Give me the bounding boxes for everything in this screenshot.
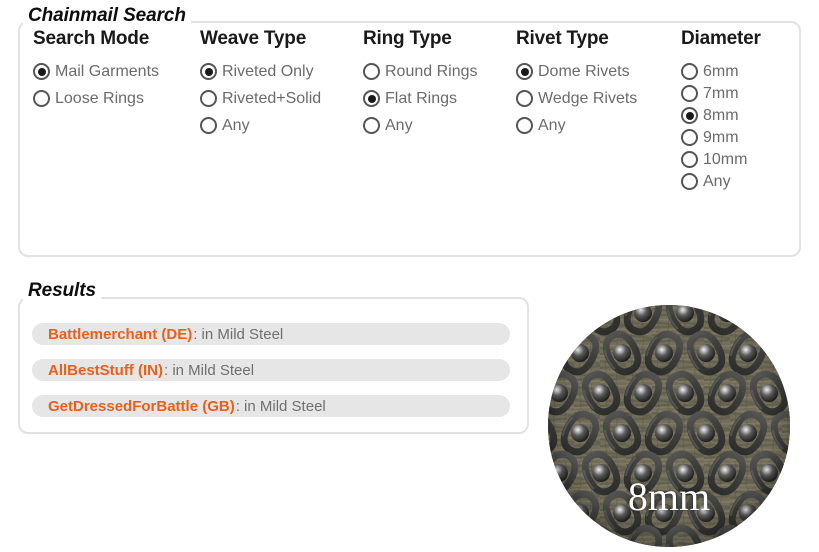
radio-option-weave-type-2[interactable]: Any — [200, 117, 321, 134]
radio-label: Any — [703, 173, 731, 190]
radio-label: Riveted+Solid — [222, 90, 322, 107]
radio-option-rivet-type-0[interactable]: Dome Rivets — [516, 63, 637, 80]
search-column-ring-type: Ring Type Round Rings Flat Rings Any — [363, 28, 478, 144]
column-header-weave-type: Weave Type — [200, 28, 307, 49]
radio-label: Any — [385, 117, 413, 134]
radio-label: Flat Rings — [385, 90, 458, 107]
radio-selected-icon[interactable] — [363, 90, 380, 107]
radio-unselected-icon[interactable] — [516, 90, 533, 107]
chainmail-search-legend: Chainmail Search — [23, 5, 191, 27]
column-header-ring-type: Ring Type — [363, 28, 452, 49]
radio-unselected-icon[interactable] — [33, 90, 50, 107]
radio-unselected-icon[interactable] — [200, 90, 217, 107]
column-header-search-mode: Search Mode — [33, 28, 150, 49]
radio-selected-icon[interactable] — [516, 63, 533, 80]
search-column-search-mode: Search Mode Mail Garments Loose Rings — [33, 28, 159, 117]
radio-label: Any — [538, 117, 566, 134]
radio-option-diameter-1[interactable]: 7mm — [681, 85, 761, 102]
radio-label: Any — [222, 117, 250, 134]
radio-option-diameter-5[interactable]: Any — [681, 173, 761, 190]
radio-unselected-icon[interactable] — [363, 117, 380, 134]
radio-option-search-mode-1[interactable]: Loose Rings — [33, 90, 159, 107]
radio-option-ring-type-0[interactable]: Round Rings — [363, 63, 478, 80]
radio-label: 6mm — [703, 63, 739, 80]
radio-option-weave-type-0[interactable]: Riveted Only — [200, 63, 321, 80]
radio-unselected-icon[interactable] — [681, 85, 698, 102]
result-detail-text: : in Mild Steel — [164, 361, 255, 379]
radio-label: Round Rings — [385, 63, 478, 80]
radio-selected-icon[interactable] — [33, 63, 50, 80]
result-row[interactable]: AllBestStuff (IN): in Mild Steel — [32, 359, 510, 381]
search-column-diameter: Diameter 6mm 7mm 8mm 9mm 10mm Any — [681, 28, 761, 195]
radio-unselected-icon[interactable] — [681, 63, 698, 80]
results-legend: Results — [23, 280, 101, 302]
radio-option-diameter-4[interactable]: 10mm — [681, 151, 761, 168]
result-vendor-link[interactable]: GetDressedForBattle (GB) — [48, 398, 235, 415]
results-panel: Battlemerchant (DE): in Mild Steel AllBes… — [18, 297, 529, 434]
radio-label: Wedge Rivets — [538, 90, 638, 107]
radio-unselected-icon[interactable] — [681, 151, 698, 168]
column-header-diameter: Diameter — [681, 28, 761, 49]
radio-option-ring-type-1[interactable]: Flat Rings — [363, 90, 478, 107]
radio-label: 10mm — [703, 151, 748, 168]
result-row[interactable]: Battlemerchant (DE): in Mild Steel — [32, 323, 510, 345]
column-header-rivet-type: Rivet Type — [516, 28, 609, 49]
radio-unselected-icon[interactable] — [681, 173, 698, 190]
radio-label: Mail Garments — [55, 63, 160, 80]
radio-option-diameter-2[interactable]: 8mm — [681, 107, 761, 124]
radio-selected-icon[interactable] — [200, 63, 217, 80]
result-detail-text: : in Mild Steel — [193, 325, 284, 343]
result-detail-text: : in Mild Steel — [235, 397, 326, 415]
radio-option-search-mode-0[interactable]: Mail Garments — [33, 63, 159, 80]
search-column-weave-type: Weave Type Riveted Only Riveted+Solid Any — [200, 28, 321, 144]
radio-label: 8mm — [703, 107, 739, 124]
result-vendor-link[interactable]: AllBestStuff (IN) — [48, 362, 163, 379]
radio-unselected-icon[interactable] — [200, 117, 217, 134]
result-vendor-link[interactable]: Battlemerchant (DE) — [48, 326, 192, 343]
radio-option-ring-type-2[interactable]: Any — [363, 117, 478, 134]
radio-unselected-icon[interactable] — [681, 129, 698, 146]
chainmail-swatch-image: 8mm — [548, 305, 790, 547]
radio-selected-icon[interactable] — [681, 107, 698, 124]
radio-label: Riveted Only — [222, 63, 314, 80]
radio-unselected-icon[interactable] — [516, 117, 533, 134]
radio-option-diameter-0[interactable]: 6mm — [681, 63, 761, 80]
radio-label: 7mm — [703, 85, 739, 102]
radio-option-rivet-type-1[interactable]: Wedge Rivets — [516, 90, 637, 107]
radio-option-diameter-3[interactable]: 9mm — [681, 129, 761, 146]
radio-label: Loose Rings — [55, 90, 144, 107]
radio-unselected-icon[interactable] — [363, 63, 380, 80]
radio-label: Dome Rivets — [538, 63, 630, 80]
radio-label: 9mm — [703, 129, 739, 146]
radio-option-rivet-type-2[interactable]: Any — [516, 117, 637, 134]
result-row[interactable]: GetDressedForBattle (GB): in Mild Steel — [32, 395, 510, 417]
radio-option-weave-type-1[interactable]: Riveted+Solid — [200, 90, 321, 107]
search-column-rivet-type: Rivet Type Dome Rivets Wedge Rivets Any — [516, 28, 637, 144]
